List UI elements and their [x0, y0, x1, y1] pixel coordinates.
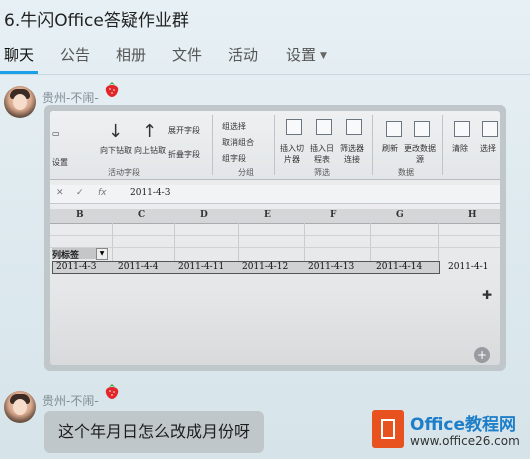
pivot-date-cell: 2011-4-4: [118, 262, 159, 272]
group-data: 数据: [398, 168, 414, 177]
ribbon-separator: [442, 115, 443, 175]
clear-label: 清除: [452, 144, 468, 153]
strawberry-icon: [105, 82, 119, 97]
insert-slicer-label: 插入切片器: [280, 144, 304, 164]
cancel-icon: ✕: [56, 188, 64, 198]
column-header: F: [330, 210, 337, 220]
pivot-date-cell: 2011-4-3: [56, 262, 97, 272]
text-message[interactable]: 这个年月日怎么改成月份呀: [44, 411, 265, 453]
group-selection-label: 组选择: [222, 122, 246, 131]
zoom-in-icon[interactable]: +: [474, 347, 490, 363]
avatar[interactable]: [4, 86, 36, 118]
pivot-date-cell: 2011-4-1: [448, 262, 489, 272]
select-icon: [482, 121, 498, 137]
cell-cursor-icon: ✚: [482, 288, 493, 302]
avatar[interactable]: [4, 391, 36, 423]
drill-down-label: 向下钻取: [100, 146, 132, 155]
column-header: D: [200, 210, 208, 220]
column-header: H: [468, 210, 477, 220]
chat-header: 6.牛闪Office答疑作业群 聊天 公告 相册 文件 活动 设置 ▼: [0, 0, 530, 75]
watermark: Office教程网 www.office26.com: [366, 404, 530, 459]
group-filter: 筛选: [314, 168, 330, 177]
chevron-down-icon: ▼: [320, 51, 327, 61]
insert-timeline-label: 插入日程表: [310, 144, 334, 164]
clear-icon: [454, 121, 470, 137]
strawberry-icon: [105, 384, 119, 399]
grid-line: [50, 247, 500, 248]
check-icon: ✓: [76, 188, 84, 198]
group-field-label: 组字段: [222, 154, 246, 163]
select-label: 选择: [480, 144, 496, 153]
fx-icon: fx: [98, 188, 107, 198]
ribbon-separator: [372, 115, 373, 175]
formula-value: 2011-4-3: [130, 188, 171, 198]
tab-settings-label: 设置: [286, 46, 317, 64]
watermark-title: Office教程网: [410, 415, 517, 435]
tab-announcements[interactable]: 公告: [60, 44, 90, 65]
pivot-date-cell: 2011-4-13: [308, 262, 355, 272]
watermark-url: www.office26.com: [410, 434, 520, 448]
office-logo-icon: [372, 410, 404, 448]
drill-up-label: 向上钻取: [134, 146, 166, 155]
chevron-down-icon: ▼: [96, 248, 108, 260]
collapse-field-label: 折叠字段: [168, 150, 200, 159]
partial-ribbon-text: 设置: [52, 158, 68, 167]
column-headers: B C D E F G H: [50, 209, 500, 224]
group-title: 6.牛闪Office答疑作业群: [4, 11, 189, 31]
column-header: B: [76, 210, 84, 220]
ribbon-separator: [274, 115, 275, 175]
pivot-date-cell: 2011-4-14: [376, 262, 423, 272]
active-tab-indicator: [0, 71, 38, 74]
timeline-icon: [316, 119, 332, 135]
refresh-label: 刷新: [382, 144, 398, 153]
ribbon-separator: [212, 115, 213, 175]
drill-up-icon: ↑: [142, 121, 158, 142]
ungroup-label: 取消组合: [222, 138, 254, 147]
partial-ribbon-text: ▭: [52, 129, 60, 138]
tab-chat[interactable]: 聊天: [4, 44, 34, 65]
grid-line: [50, 235, 500, 236]
filter-connection-icon: [346, 119, 362, 135]
tab-activities[interactable]: 活动: [228, 44, 258, 65]
column-header: C: [138, 210, 146, 220]
group-active-field: 活动字段: [108, 168, 140, 177]
filter-connections-label: 筛选器连接: [340, 144, 364, 164]
tab-bar: 聊天 公告 相册 文件 活动 设置 ▼: [0, 42, 530, 75]
tab-files[interactable]: 文件: [172, 44, 202, 65]
pivot-date-cell: 2011-4-11: [178, 262, 225, 272]
excel-screenshot-photo[interactable]: ▭ 设置 ↓ 向下钻取 ↑ 向上钻取 展开字段 折叠字段 活动字段 组选择 取消…: [50, 111, 500, 365]
change-data-source-label: 更改数据源: [404, 144, 436, 164]
tab-settings[interactable]: 设置 ▼: [286, 44, 327, 65]
image-message[interactable]: ▭ 设置 ↓ 向下钻取 ↑ 向上钻取 展开字段 折叠字段 活动字段 组选择 取消…: [44, 105, 506, 371]
sender-name: 贵州-不闹-: [42, 91, 99, 105]
drill-down-icon: ↓: [108, 121, 124, 142]
formula-bar: ✕ ✓ fx 2011-4-3: [50, 185, 500, 204]
sender-name: 贵州-不闹-: [42, 394, 99, 408]
change-source-icon: [414, 121, 430, 137]
slicer-icon: [286, 119, 302, 135]
column-header: E: [264, 210, 271, 220]
column-header: G: [396, 210, 404, 220]
tab-album[interactable]: 相册: [116, 44, 146, 65]
group-grouping: 分组: [238, 168, 254, 177]
refresh-icon: [386, 121, 402, 137]
expand-field-label: 展开字段: [168, 126, 200, 135]
pivot-date-cell: 2011-4-12: [242, 262, 289, 272]
excel-ribbon: ▭ 设置 ↓ 向下钻取 ↑ 向上钻取 展开字段 折叠字段 活动字段 组选择 取消…: [50, 111, 500, 180]
